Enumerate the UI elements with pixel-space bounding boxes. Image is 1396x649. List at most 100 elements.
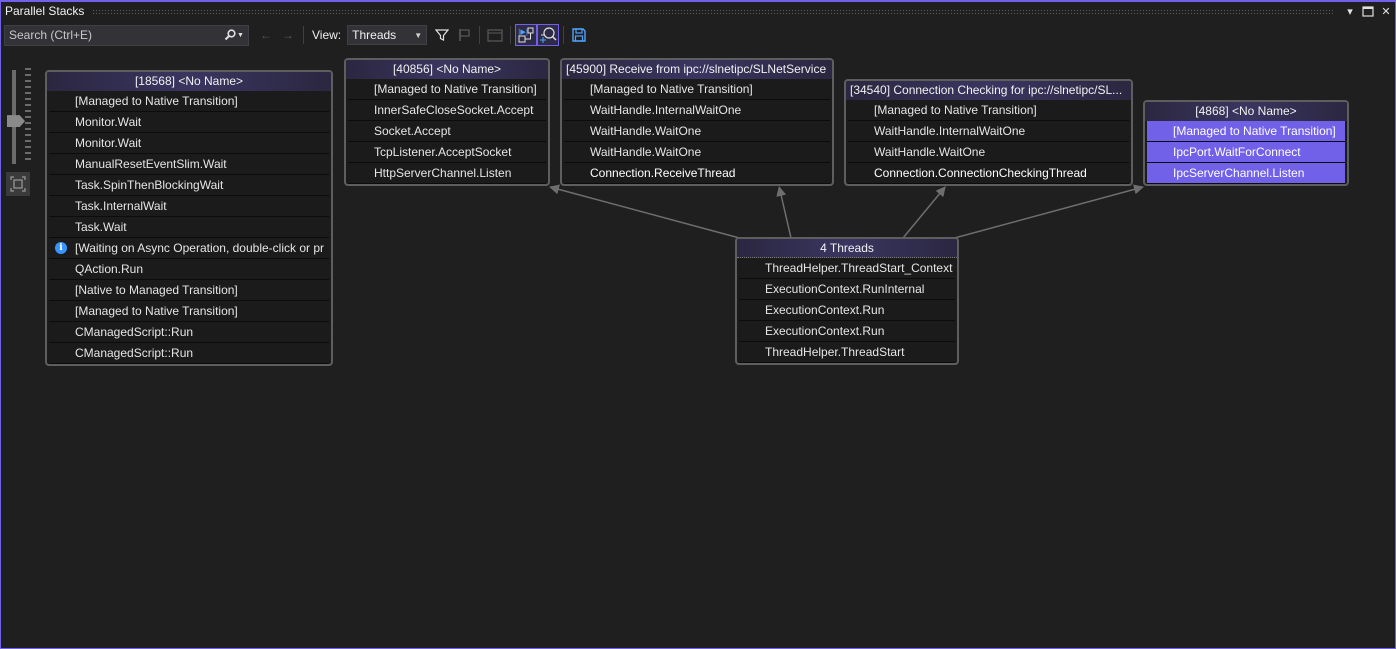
stack-frame-label: WaitHandle.InternalWaitOne [590,103,742,117]
stack-frame-row[interactable]: WaitHandle.WaitOne [564,142,830,163]
stack-frame-row[interactable]: Socket.Accept [348,121,546,142]
stack-frame-row[interactable]: Monitor.Wait [49,112,329,133]
zoom-slider-thumb[interactable] [7,115,25,128]
window-dropdown-button[interactable]: ▾ [1341,3,1359,19]
stack-frame-row[interactable]: QAction.Run [49,259,329,280]
search-input[interactable] [9,28,224,42]
stack-frame-row[interactable]: ThreadHelper.ThreadStart_Context [739,258,955,279]
node-header[interactable]: 4 Threads [737,239,957,258]
stack-frame-row[interactable]: [Native to Managed Transition] [49,280,329,301]
stack-node-40856[interactable]: [40856] <No Name> [Managed to Native Tra… [344,58,550,186]
stack-frame-row[interactable]: ManualResetEventSlim.Wait [49,154,329,175]
stack-frame-label: ThreadHelper.ThreadStart_Context [765,261,953,275]
stack-frame-row[interactable]: ThreadHelper.ThreadStart [739,342,955,363]
view-label: View: [312,28,342,42]
stack-frame-row[interactable]: Connection.ReceiveThread [564,163,830,184]
stack-frame-row[interactable]: [Managed to Native Transition] [848,100,1129,121]
stack-frame-label: [Managed to Native Transition] [75,94,238,108]
stack-frame-row[interactable]: [Managed to Native Transition] [49,91,329,112]
stack-frame-row[interactable]: HttpServerChannel.Listen [348,163,546,184]
fit-to-screen-icon [10,176,26,192]
stack-frame-row[interactable]: IpcServerChannel.Listen [1147,163,1345,184]
call-edge-n45900 [776,186,792,239]
drag-grip[interactable] [92,8,1333,14]
stack-node-4868[interactable]: [4868] <No Name> [Managed to Native Tran… [1143,100,1349,186]
stack-frame-label: ExecutionContext.Run [765,324,885,338]
stack-frame-row[interactable]: i [Waiting on Async Operation, double-cli… [49,238,329,259]
stack-frame-row[interactable]: [Managed to Native Transition] [348,79,546,100]
stack-node-18568[interactable]: [18568] <No Name> [Managed to Native Tra… [45,70,333,366]
stack-node-4-threads[interactable]: 4 Threads ThreadHelper.ThreadStart_Conte… [735,237,959,365]
stack-frame-row[interactable]: Task.InternalWait [49,196,329,217]
arrow-right-icon: → [282,28,294,42]
call-edge-n4868 [954,184,1144,239]
stacks-canvas[interactable]: [18568] <No Name> [Managed to Native Tra… [1,50,1395,647]
stack-frame-label: WaitHandle.WaitOne [590,124,702,138]
stack-frame-row[interactable]: WaitHandle.WaitOne [564,121,830,142]
call-edge-n34540 [902,186,946,239]
stack-frame-label: [Managed to Native Transition] [590,82,753,96]
stack-frame-row[interactable]: InnerSafeCloseSocket.Accept [348,100,546,121]
node-header[interactable]: [45900] Receive from ipc://slnetipc/SLNe… [562,60,832,79]
stack-frame-row[interactable]: CManagedScript::Run [49,343,329,364]
stack-frame-label: HttpServerChannel.Listen [374,166,512,180]
view-select[interactable]: Threads ▼ [347,25,428,45]
stack-frame-row[interactable]: WaitHandle.WaitOne [848,142,1129,163]
back-button[interactable]: ← [255,24,277,46]
search-options-button[interactable]: ▼ [224,29,248,41]
stack-frame-row[interactable]: WaitHandle.InternalWaitOne [564,100,830,121]
toolbar-separator [510,26,512,44]
stack-frame-row[interactable]: Connection.ConnectionCheckingThread [848,163,1129,184]
forward-button[interactable]: → [277,24,299,46]
stack-frame-label: [Managed to Native Transition] [75,304,238,318]
title-bar: Parallel Stacks ▾ ✕ [1,2,1395,20]
maximize-button[interactable] [1359,3,1377,19]
toolbar-separator [563,26,565,44]
save-button[interactable] [568,24,590,46]
node-header[interactable]: [34540] Connection Checking for ipc://sl… [846,81,1131,100]
stack-frame-row[interactable]: ExecutionContext.Run [739,321,955,342]
stack-frame-row[interactable]: Monitor.Wait [49,133,329,154]
stack-frame-row[interactable]: IpcPort.WaitForConnect [1147,142,1345,163]
show-external-code-button[interactable] [484,24,506,46]
filter-icon [435,29,450,41]
toggle-method-view-button[interactable]: |▶| [515,24,538,46]
node-header[interactable]: [40856] <No Name> [346,60,548,79]
stack-frame-row[interactable]: [Managed to Native Transition] [564,79,830,100]
chevron-down-icon: ▼ [237,31,244,39]
stack-frame-row[interactable]: CManagedScript::Run [49,322,329,343]
stack-frame-label: [Managed to Native Transition] [374,82,537,96]
stack-frame-label: ManualResetEventSlim.Wait [75,157,227,171]
window-title: Parallel Stacks [5,4,85,18]
stack-frame-row[interactable]: WaitHandle.InternalWaitOne [848,121,1129,142]
stack-frame-label: WaitHandle.InternalWaitOne [874,124,1026,138]
stack-frame-row[interactable]: Task.SpinThenBlockingWait [49,175,329,196]
stack-frame-row[interactable]: ExecutionContext.RunInternal [739,279,955,300]
search-icon [224,29,236,41]
flag-button[interactable] [453,24,475,46]
zoom-control [5,68,33,198]
node-header[interactable]: [4868] <No Name> [1145,102,1347,121]
stack-frame-row[interactable]: TcpListener.AcceptSocket [348,142,546,163]
stack-frame-row[interactable]: Task.Wait [49,217,329,238]
node-header[interactable]: [18568] <No Name> [47,72,331,91]
toggle-method-view-icon: |▶| [518,27,534,43]
stack-frame-label: CManagedScript::Run [75,325,194,339]
arrow-left-icon: ← [260,28,272,42]
stack-frame-label: InnerSafeCloseSocket.Accept [374,103,534,117]
stack-frame-row[interactable]: [Managed to Native Transition] [49,301,329,322]
stack-node-34540[interactable]: [34540] Connection Checking for ipc://sl… [844,79,1133,186]
stack-frame-label: WaitHandle.WaitOne [590,145,702,159]
stack-node-45900[interactable]: [45900] Receive from ipc://slnetipc/SLNe… [560,58,834,186]
close-button[interactable]: ✕ [1377,3,1395,19]
search-box[interactable]: ▼ [4,24,249,46]
stack-frame-label: Task.SpinThenBlockingWait [75,178,224,192]
close-icon: ✕ [1381,5,1391,18]
zoom-to-fit-button[interactable] [6,172,30,196]
svg-text:|▶|: |▶| [518,28,528,36]
stack-frame-row[interactable]: [Managed to Native Transition] [1147,121,1345,142]
auto-scroll-button[interactable] [537,24,560,46]
filter-button[interactable] [431,24,453,46]
maximize-icon [1362,5,1374,17]
stack-frame-row[interactable]: ExecutionContext.Run [739,300,955,321]
